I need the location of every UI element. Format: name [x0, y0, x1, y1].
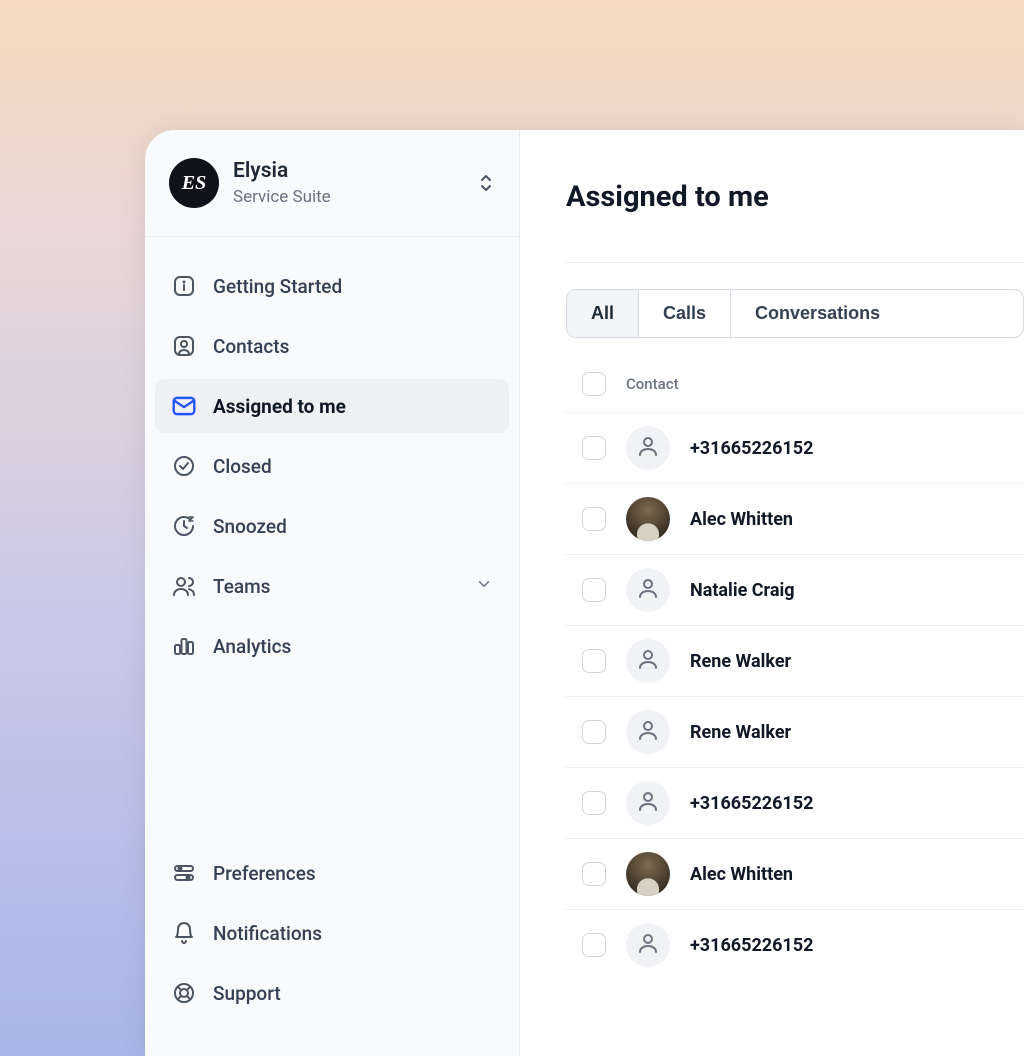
person-icon	[636, 434, 660, 462]
contact-list: +31665226152 Alec Whitten Natalie Craig Ren…	[566, 412, 1024, 980]
person-icon	[636, 576, 660, 604]
nav-item-analytics[interactable]: Analytics	[155, 619, 509, 673]
avatar-placeholder	[626, 639, 670, 683]
select-all-checkbox[interactable]	[582, 372, 606, 396]
workspace-info: Elysia Service Suite	[233, 159, 463, 206]
table-header: Contact	[566, 372, 1024, 412]
avatar-placeholder	[626, 710, 670, 754]
row-checkbox[interactable]	[582, 791, 606, 815]
workspace-name: Elysia	[233, 159, 463, 184]
nav-item-closed[interactable]: Closed	[155, 439, 509, 493]
app-window: ES Elysia Service Suite Getting Started	[145, 130, 1024, 1056]
contact-row[interactable]: Alec Whitten	[566, 838, 1024, 909]
tab-all[interactable]: All	[567, 290, 639, 337]
tab-conversations[interactable]: Conversations	[731, 290, 904, 337]
nav-label: Contacts	[213, 335, 289, 358]
nav-label: Preferences	[213, 862, 316, 885]
nav-item-snoozed[interactable]: Snoozed	[155, 499, 509, 553]
nav-item-preferences[interactable]: Preferences	[155, 846, 509, 900]
row-checkbox[interactable]	[582, 507, 606, 531]
row-checkbox[interactable]	[582, 933, 606, 957]
contact-name: +31665226152	[690, 935, 813, 956]
nav-label: Support	[213, 982, 281, 1005]
avatar-photo	[626, 497, 670, 541]
nav-label: Notifications	[213, 922, 322, 945]
check-circle-icon	[171, 453, 197, 479]
avatar-photo	[626, 852, 670, 896]
contact-row[interactable]: Alec Whitten	[566, 483, 1024, 554]
contact-name: +31665226152	[690, 438, 813, 459]
contact-name: Alec Whitten	[690, 864, 793, 885]
contact-row[interactable]: Rene Walker	[566, 696, 1024, 767]
contact-row[interactable]: +31665226152	[566, 412, 1024, 483]
person-icon	[636, 647, 660, 675]
main-content: Assigned to me All Calls Conversations C…	[520, 130, 1024, 1056]
nav-primary: Getting Started Contacts Assigned to me …	[145, 237, 519, 846]
nav-label: Closed	[213, 455, 272, 478]
contact-name: Rene Walker	[690, 651, 791, 672]
contact-name: Natalie Craig	[690, 580, 795, 601]
nav-label: Getting Started	[213, 275, 342, 298]
info-icon	[171, 273, 197, 299]
sidebar: ES Elysia Service Suite Getting Started	[145, 130, 520, 1056]
person-icon	[636, 789, 660, 817]
row-checkbox[interactable]	[582, 578, 606, 602]
contact-name: Alec Whitten	[690, 509, 793, 530]
nav-item-support[interactable]: Support	[155, 966, 509, 1020]
nav-item-getting-started[interactable]: Getting Started	[155, 259, 509, 313]
person-icon	[636, 931, 660, 959]
row-checkbox[interactable]	[582, 649, 606, 673]
workspace-switcher[interactable]: ES Elysia Service Suite	[145, 130, 519, 237]
filter-tabs: All Calls Conversations	[566, 289, 1024, 338]
nav-label: Snoozed	[213, 515, 287, 538]
mail-icon	[171, 393, 197, 419]
avatar-placeholder	[626, 923, 670, 967]
person-icon	[636, 718, 660, 746]
workspace-logo-text: ES	[182, 172, 206, 195]
contact-row[interactable]: Natalie Craig	[566, 554, 1024, 625]
column-header-contact: Contact	[626, 375, 679, 393]
avatar-placeholder	[626, 568, 670, 612]
avatar-placeholder	[626, 781, 670, 825]
nav-label: Assigned to me	[213, 395, 346, 418]
nav-item-teams[interactable]: Teams	[155, 559, 509, 613]
contact-name: +31665226152	[690, 793, 813, 814]
row-checkbox[interactable]	[582, 862, 606, 886]
bell-icon	[171, 920, 197, 946]
chevron-down-icon	[475, 575, 493, 598]
nav-footer: Preferences Notifications Support	[145, 846, 519, 1056]
nav-item-contacts[interactable]: Contacts	[155, 319, 509, 373]
nav-label: Teams	[213, 575, 270, 598]
contact-name: Rene Walker	[690, 722, 791, 743]
contact-row[interactable]: Rene Walker	[566, 625, 1024, 696]
row-checkbox[interactable]	[582, 720, 606, 744]
contact-row[interactable]: +31665226152	[566, 909, 1024, 980]
workspace-logo: ES	[169, 158, 219, 208]
lifebuoy-icon	[171, 980, 197, 1006]
bar-chart-icon	[171, 633, 197, 659]
chevron-up-down-icon	[477, 173, 495, 193]
users-icon	[171, 573, 197, 599]
clock-snooze-icon	[171, 513, 197, 539]
workspace-subtitle: Service Suite	[233, 187, 463, 207]
sliders-icon	[171, 860, 197, 886]
row-checkbox[interactable]	[582, 436, 606, 460]
avatar-placeholder	[626, 426, 670, 470]
nav-label: Analytics	[213, 635, 291, 658]
page-title: Assigned to me	[566, 180, 1024, 214]
divider	[566, 262, 1024, 263]
tab-calls[interactable]: Calls	[639, 290, 731, 337]
nav-item-assigned[interactable]: Assigned to me	[155, 379, 509, 433]
contact-row[interactable]: +31665226152	[566, 767, 1024, 838]
nav-item-notifications[interactable]: Notifications	[155, 906, 509, 960]
contact-icon	[171, 333, 197, 359]
